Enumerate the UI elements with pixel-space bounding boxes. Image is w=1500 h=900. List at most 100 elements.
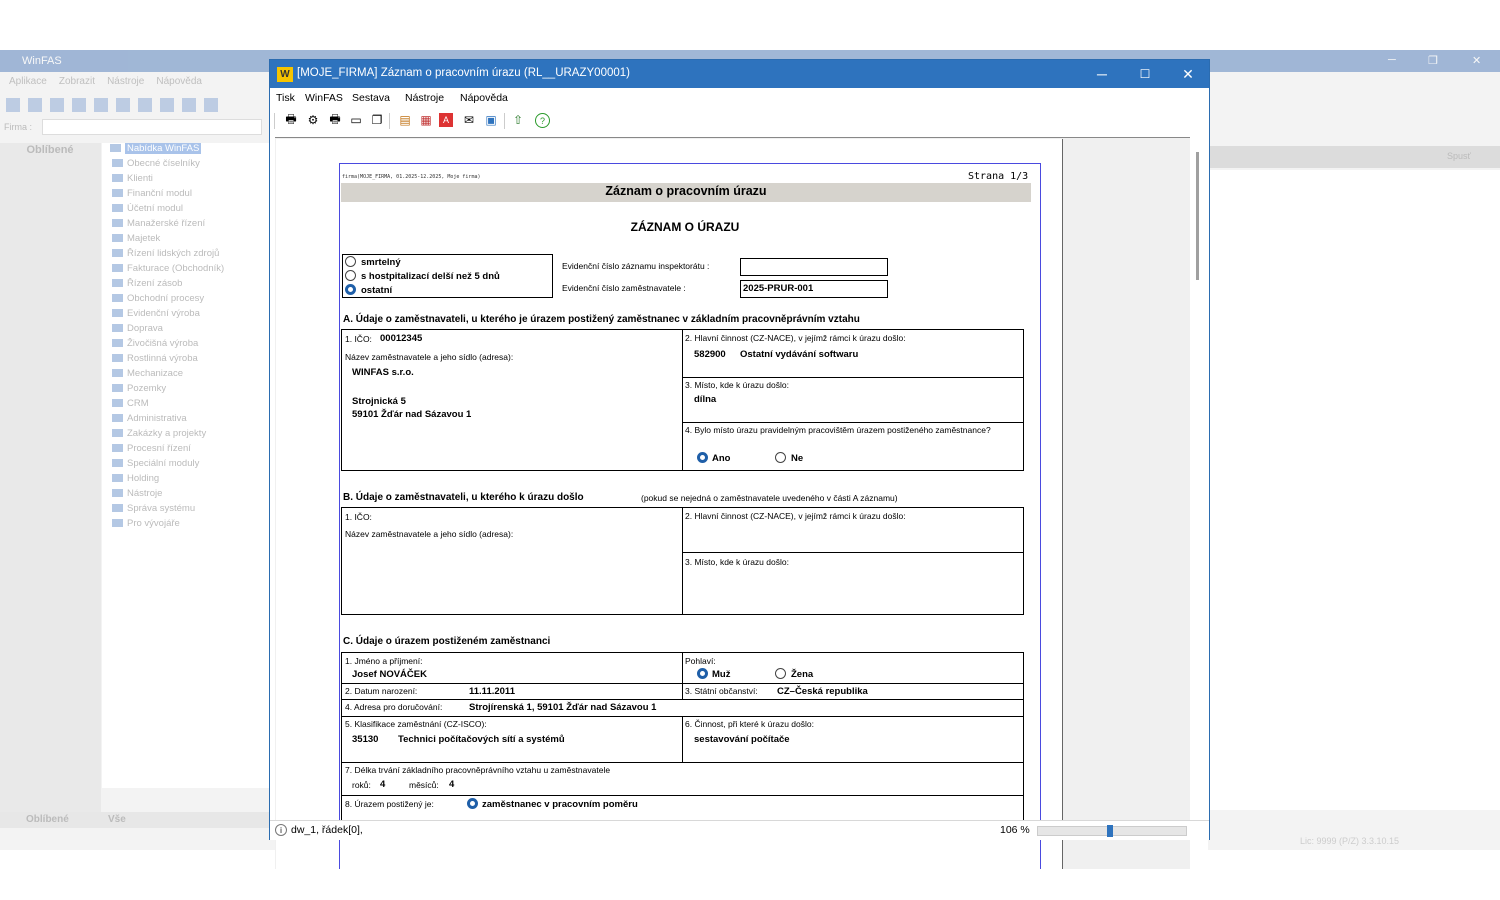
save-icon[interactable]: ▣ bbox=[482, 111, 500, 129]
a-regular-no-radio[interactable] bbox=[775, 452, 786, 463]
menu-sestava[interactable]: Sestava bbox=[352, 92, 390, 104]
report-viewport[interactable]: firma(MOJE_FIRMA, 01.2025-12.2025, Moje … bbox=[275, 137, 1190, 869]
bg-tab-favorites: Oblíbené bbox=[26, 814, 69, 825]
pdf-icon[interactable]: A bbox=[439, 113, 453, 127]
background-bottom-tabs: Oblíbené Vše bbox=[0, 812, 270, 828]
c-years-label: roků: bbox=[352, 780, 371, 790]
menu-nastroje[interactable]: Nástroje bbox=[405, 92, 444, 104]
folder-icon bbox=[112, 309, 123, 318]
upload-icon[interactable]: ⇧ bbox=[509, 111, 527, 129]
a-city-value: 59101 Žďár nad Sázavou 1 bbox=[352, 409, 472, 420]
a-nace-text: Ostatní vydávání softwaru bbox=[740, 349, 859, 360]
report-heading: ZÁZNAM O ÚRAZU bbox=[630, 220, 740, 234]
bg-tree-item: Živočišná výroba bbox=[102, 338, 270, 353]
c-sex-label: Pohlaví: bbox=[685, 656, 716, 666]
c-months-value: 4 bbox=[449, 779, 455, 790]
statusbar: i dw_1, řádek[0], 106 % bbox=[270, 820, 1209, 840]
folder-icon bbox=[112, 384, 123, 393]
folder-icon bbox=[112, 504, 123, 513]
bg-run-button: Spusť bbox=[1447, 151, 1471, 161]
menu-tisk[interactable]: Tisk bbox=[276, 92, 295, 104]
email-icon[interactable]: ✉ bbox=[460, 111, 478, 129]
evid-employer-field[interactable]: 2025-PRUR-001 bbox=[740, 280, 888, 298]
folder-icon bbox=[112, 339, 123, 348]
copy-icon[interactable]: ❐ bbox=[368, 111, 386, 129]
bg-tab-all: Vše bbox=[108, 814, 126, 825]
folder-icon bbox=[112, 429, 123, 438]
folder-icon bbox=[112, 399, 123, 408]
c-years-value: 4 bbox=[380, 779, 386, 790]
severity-label-fatal: smrtelný bbox=[361, 257, 401, 268]
severity-radio-other[interactable] bbox=[345, 284, 356, 295]
severity-radio-hospital[interactable] bbox=[345, 270, 356, 281]
bg-tree-item: Obecné číselníky bbox=[102, 158, 270, 173]
bg-tree-item: Procesní řízení bbox=[102, 443, 270, 458]
section-a-title: A. Údaje o zaměstnavateli, u kterého je … bbox=[343, 314, 860, 325]
a-regular-no-label: Ne bbox=[791, 453, 804, 464]
bg-tree-item: Manažerské řízení bbox=[102, 218, 270, 233]
scrollbar-thumb[interactable] bbox=[1196, 152, 1199, 280]
folder-icon bbox=[112, 324, 123, 333]
a-regular-yes-label: Ano bbox=[712, 453, 731, 464]
bg-tree-item: Nástroje bbox=[102, 488, 270, 503]
severity-radio-fatal[interactable] bbox=[345, 256, 356, 267]
bg-tree-item: CRM bbox=[102, 398, 270, 413]
a-nace-label: 2. Hlavní činnost (CZ-NACE), v jejímž rá… bbox=[685, 333, 906, 343]
bg-tree-item: Pozemky bbox=[102, 383, 270, 398]
folder-icon bbox=[112, 519, 123, 528]
folder-icon bbox=[112, 354, 123, 363]
print-icon[interactable]: 🖶 bbox=[282, 111, 300, 129]
settings-icon[interactable]: ⚙ bbox=[304, 111, 322, 129]
c-injured-radio[interactable] bbox=[467, 798, 478, 809]
preview-icon[interactable]: ▭ bbox=[347, 111, 365, 129]
folder-icon bbox=[112, 234, 123, 243]
c-months-label: měsíců: bbox=[409, 780, 439, 790]
a-regular-yes-radio[interactable] bbox=[697, 452, 708, 463]
close-button[interactable]: ✕ bbox=[1173, 64, 1203, 84]
c-injured-label: 8. Úrazem postižený je: bbox=[345, 799, 434, 809]
evid-inspect-field[interactable] bbox=[740, 258, 888, 276]
winfas-logo-icon: W bbox=[277, 67, 293, 82]
folder-icon bbox=[112, 459, 123, 468]
report-window: W [MOJE_FIRMA] Záznam o pracovním úrazu … bbox=[269, 59, 1210, 869]
a-name-value: WINFAS s.r.o. bbox=[352, 367, 414, 378]
export-icon[interactable]: ▤ bbox=[396, 111, 414, 129]
toolbar: 🖶 ⚙ 🖶 ▭ ❐ ▤ ▦ A ✉ ▣ ⇧ ? bbox=[270, 108, 1209, 134]
b-place-label: 3. Místo, kde k úrazu došlo: bbox=[685, 557, 789, 567]
zoom-slider-thumb[interactable] bbox=[1107, 825, 1113, 837]
bg-maximize-icon: ❐ bbox=[1428, 55, 1438, 67]
c-address-value: Strojírenská 1, 59101 Žďár nad Sázavou 1 bbox=[469, 702, 657, 713]
help-icon[interactable]: ? bbox=[535, 113, 550, 128]
c-address-label: 4. Adresa pro doručování: bbox=[345, 702, 443, 712]
background-right-header: Spusť bbox=[1210, 146, 1500, 168]
bg-tree-item: Pro vývojáře bbox=[102, 518, 270, 533]
table-icon[interactable]: ▦ bbox=[417, 111, 435, 129]
minimize-button[interactable]: ─ bbox=[1087, 64, 1117, 84]
severity-label-hospital: s hostpitalizací delší než 5 dnů bbox=[361, 271, 500, 282]
report-frame: firma(MOJE_FIRMA, 01.2025-12.2025, Moje … bbox=[339, 163, 1041, 869]
bg-tree-item: Administrativa bbox=[102, 413, 270, 428]
maximize-button[interactable]: ☐ bbox=[1130, 64, 1160, 84]
c-activity-label: 6. Činnost, při které k úrazu došlo: bbox=[685, 719, 814, 729]
menu-napoveda[interactable]: Nápověda bbox=[460, 92, 508, 104]
c-sex-male-label: Muž bbox=[712, 669, 731, 680]
print-setup-icon[interactable]: 🖶 bbox=[326, 111, 344, 129]
folder-icon bbox=[112, 444, 123, 453]
vertical-scrollbar[interactable] bbox=[1190, 138, 1208, 868]
bg-tree-item: Účetní modul bbox=[102, 203, 270, 218]
bg-menu-item: Nástroje bbox=[107, 76, 145, 87]
bg-tree-item: Doprava bbox=[102, 323, 270, 338]
bg-tree-item: Rostlinná výroba bbox=[102, 353, 270, 368]
folder-icon bbox=[112, 369, 123, 378]
c-sex-male-radio[interactable] bbox=[697, 668, 708, 679]
folder-icon bbox=[112, 189, 123, 198]
c-sex-female-radio[interactable] bbox=[775, 668, 786, 679]
bg-tree-item: Obchodní procesy bbox=[102, 293, 270, 308]
folder-icon bbox=[112, 249, 123, 258]
c-dob-value: 11.11.2011 bbox=[469, 686, 515, 697]
a-regular-label: 4. Bylo místo úrazu pravidelným pracoviš… bbox=[685, 425, 991, 435]
menu-winfas[interactable]: WinFAS bbox=[305, 92, 343, 104]
background-title: WinFAS bbox=[22, 55, 62, 67]
a-ico-label: 1. IČO: bbox=[345, 334, 372, 344]
bg-firma-label: Firma : bbox=[4, 122, 32, 132]
